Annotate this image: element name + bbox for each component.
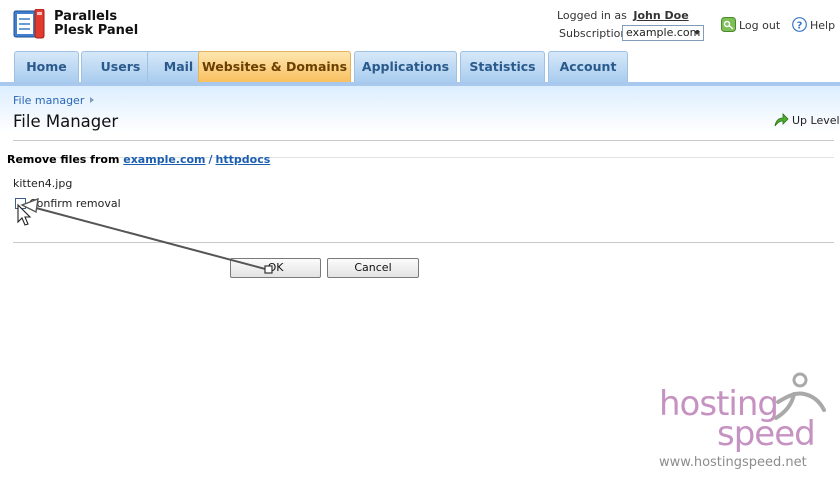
watermark-url: www.hostingspeed.net (659, 455, 807, 470)
logged-in-label: Logged in as (557, 9, 627, 22)
up-level-label: Up Level (792, 114, 840, 127)
divider (13, 242, 834, 243)
tab-home[interactable]: Home (14, 51, 79, 82)
brand-name: Parallels Plesk Panel (54, 10, 138, 38)
logout-button[interactable]: Log out (721, 17, 780, 32)
path-separator: / (208, 153, 213, 166)
brand-line-2: Plesk Panel (54, 23, 139, 38)
tab-applications[interactable]: Applications (354, 51, 457, 82)
subscription-select[interactable]: example.com (622, 25, 704, 41)
help-label: Help (810, 19, 836, 32)
ok-button[interactable]: OK (230, 258, 321, 278)
logout-key-icon (721, 17, 736, 32)
confirm-removal-checkbox[interactable] (15, 198, 26, 209)
confirm-removal-label[interactable]: Confirm removal (29, 197, 121, 210)
page-header-band (0, 86, 840, 138)
up-level-arrow-icon (774, 113, 789, 127)
tab-statistics[interactable]: Statistics (460, 51, 545, 82)
login-info: Logged in as John Doe (557, 9, 689, 22)
folder-link[interactable]: httpdocs (216, 153, 271, 166)
divider (13, 140, 834, 141)
tab-account[interactable]: Account (548, 51, 628, 82)
subscription-label: Subscription (559, 27, 628, 40)
watermark-runner-icon (774, 372, 826, 420)
cancel-button[interactable]: Cancel (327, 258, 419, 278)
file-name: kitten4.jpg (13, 177, 73, 190)
up-level-button[interactable]: Up Level (773, 112, 840, 128)
remove-files-heading: Remove files from example.com / httpdocs (7, 153, 270, 166)
subscription-value: example.com (626, 26, 701, 39)
plesk-logo-icon (13, 9, 45, 39)
svg-text:?: ? (797, 20, 803, 31)
remove-files-prefix: Remove files from (7, 153, 120, 166)
help-question-icon: ? (792, 17, 807, 32)
chevron-down-icon (694, 31, 700, 35)
page-title: File Manager (13, 112, 119, 131)
breadcrumb-arrow-icon (90, 97, 95, 103)
help-button[interactable]: ? Help (792, 17, 835, 32)
tab-websites-domains[interactable]: Websites & Domains (198, 51, 351, 82)
user-name-link[interactable]: John Doe (633, 9, 688, 22)
brand-line-1: Parallels (54, 9, 118, 24)
breadcrumb-file-manager-link[interactable]: File manager (13, 94, 84, 107)
logout-label: Log out (739, 19, 781, 32)
breadcrumb: File manager (13, 94, 95, 107)
domain-link[interactable]: example.com (123, 153, 205, 166)
